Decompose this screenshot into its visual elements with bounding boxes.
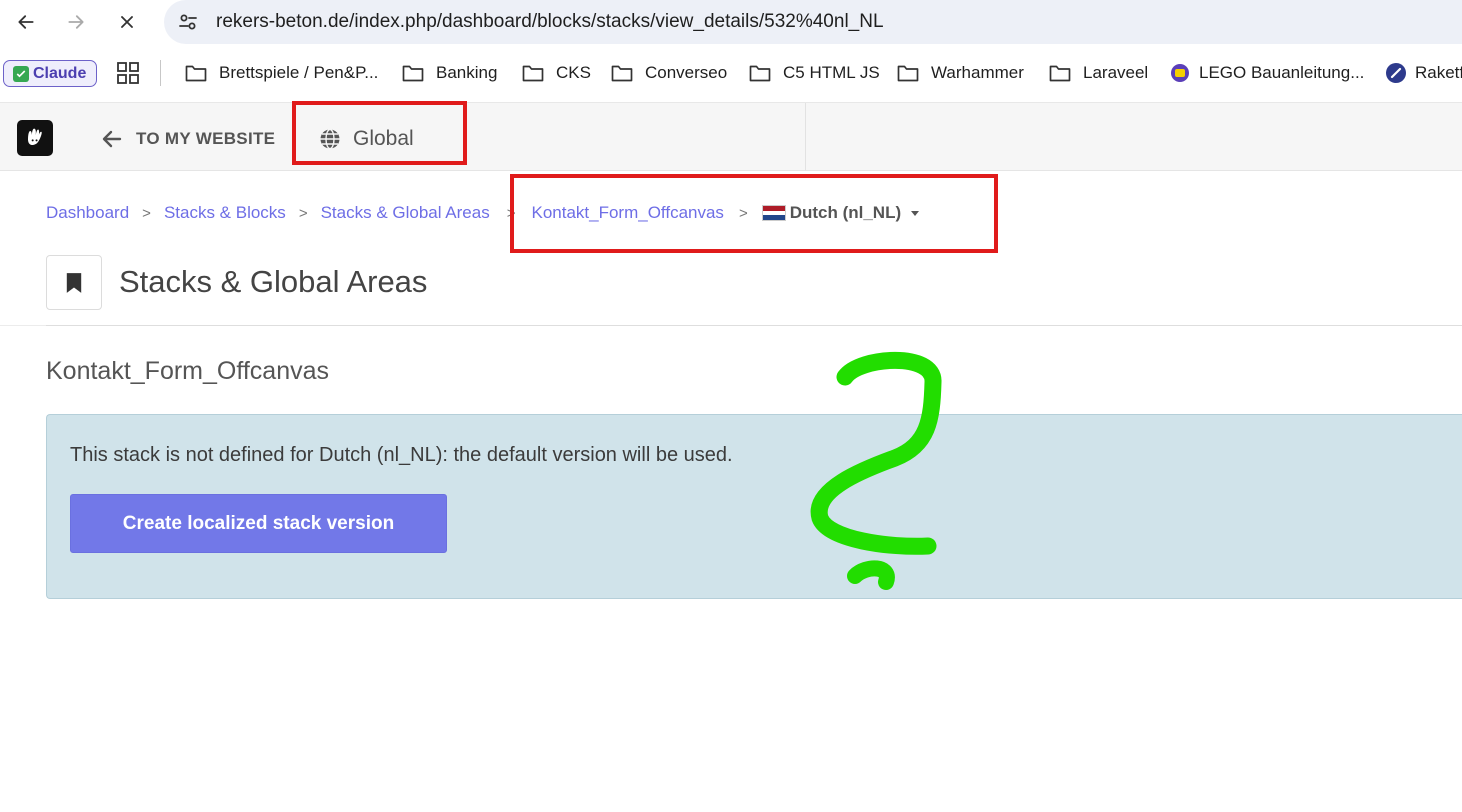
bookmark-lego[interactable]: LEGO Bauanleitung...	[1169, 59, 1364, 87]
question-mark-scribble	[810, 351, 942, 590]
annotation-box-global	[292, 101, 467, 165]
alert-message: This stack is not defined for Dutch (nl_…	[70, 444, 733, 466]
breadcrumb-stacks-global-areas[interactable]: Stacks & Global Areas	[321, 203, 490, 223]
apps-grid-icon[interactable]	[117, 62, 139, 84]
folder-icon	[402, 65, 424, 82]
claude-check-icon	[13, 65, 29, 82]
bookmark-label: Brettspiele / Pen&P...	[219, 63, 379, 82]
site-settings-icon[interactable]	[176, 10, 200, 34]
bookmark-label: CKS	[556, 63, 591, 82]
breadcrumb-separator: >	[298, 204, 308, 222]
bookmark-c5-html-js[interactable]: C5 HTML JS	[749, 59, 880, 87]
bookmark-converseo[interactable]: Converseo	[611, 59, 727, 87]
bookmarks-divider	[160, 60, 161, 86]
page-title: Stacks & Global Areas	[119, 264, 428, 299]
bookmark-cks[interactable]: CKS	[522, 59, 591, 87]
bookmark-label: C5 HTML JS	[783, 63, 880, 82]
back-arrow-icon[interactable]	[10, 6, 42, 38]
toolbar-divider	[805, 103, 806, 171]
to-my-website-label: TO MY WEBSITE	[136, 129, 276, 148]
breadcrumb-separator: >	[142, 204, 151, 222]
bookmark-label: Banking	[436, 63, 498, 82]
breadcrumb-stacks-blocks[interactable]: Stacks & Blocks	[164, 203, 286, 223]
lego-icon	[1171, 64, 1189, 82]
folder-icon	[897, 65, 919, 82]
folder-icon	[611, 65, 633, 82]
to-my-website-link[interactable]: TO MY WEBSITE	[100, 125, 275, 153]
bookmark-laraveel[interactable]: Laraveel	[1049, 59, 1148, 87]
arrow-left-icon	[102, 130, 122, 148]
bookmark-label: Warhammer	[931, 63, 1024, 82]
annotation-box-language	[510, 174, 998, 253]
folder-icon	[185, 65, 207, 82]
bookmark-label: Laraveel	[1083, 63, 1149, 82]
bookmark-claude[interactable]: Claude	[3, 60, 97, 87]
divider	[0, 325, 46, 326]
bookmark-label: Claude	[33, 64, 87, 82]
cms-toolbar: TO MY WEBSITE Global	[0, 102, 1462, 171]
stop-loading-icon[interactable]	[111, 6, 143, 38]
bookmark-raketf[interactable]: Raketf	[1385, 59, 1462, 87]
browser-address-bar: rekers-beton.de/index.php/dashboard/bloc…	[0, 0, 1462, 44]
folder-icon	[522, 65, 544, 82]
bookmark-brettspiele[interactable]: Brettspiele / Pen&P...	[185, 59, 378, 87]
bookmark-warhammer[interactable]: Warhammer	[897, 59, 1024, 87]
rocket-icon	[1386, 63, 1406, 83]
divider	[46, 325, 1462, 326]
stack-name-heading: Kontakt_Form_Offcanvas	[46, 357, 330, 385]
breadcrumb-dashboard[interactable]: Dashboard	[46, 203, 129, 223]
forward-arrow-icon[interactable]	[60, 6, 92, 38]
create-localized-stack-button[interactable]: Create localized stack version	[70, 494, 447, 553]
bookmark-label: Raketf	[1415, 63, 1462, 82]
folder-icon	[1049, 65, 1071, 82]
info-alert: This stack is not defined for Dutch (nl_…	[46, 414, 1462, 599]
bookmark-banking[interactable]: Banking	[402, 59, 497, 87]
url-text[interactable]: rekers-beton.de/index.php/dashboard/bloc…	[216, 10, 884, 34]
bookmark-label: LEGO Bauanleitung...	[1199, 63, 1365, 82]
folder-icon	[749, 65, 771, 82]
concrete-logo-icon[interactable]	[17, 120, 53, 156]
bookmark-label: Converseo	[645, 63, 728, 82]
bookmark-icon	[46, 255, 102, 310]
